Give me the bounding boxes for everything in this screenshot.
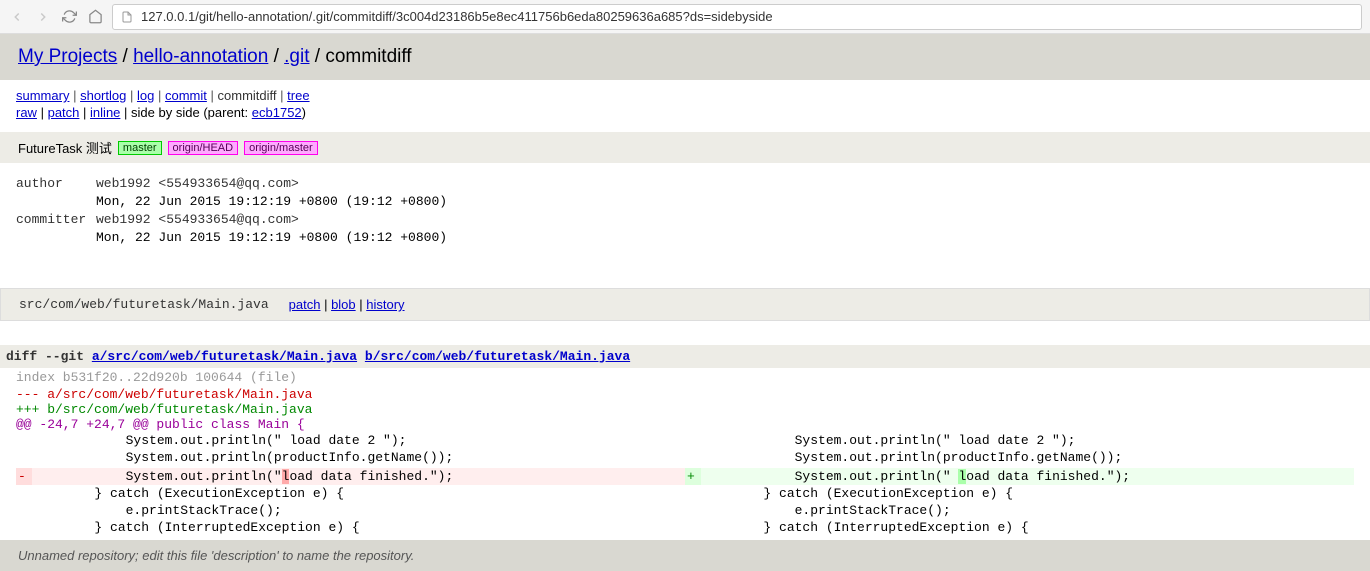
diff-link-a[interactable]: a/src/com/web/futuretask/Main.java bbox=[92, 349, 357, 364]
link-parent-hash[interactable]: ecb1752 bbox=[252, 105, 302, 120]
diff-block: diff --git a/src/com/web/futuretask/Main… bbox=[0, 345, 1370, 536]
diff-index: index b531f20..22d920b 100644 (file) bbox=[16, 368, 1354, 387]
browser-toolbar: 127.0.0.1/git/hello-annotation/.git/comm… bbox=[0, 0, 1370, 34]
breadcrumb-repo[interactable]: hello-annotation bbox=[133, 46, 268, 67]
diff-ctx-right: } catch (InterruptedException e) { bbox=[701, 519, 1354, 536]
home-icon[interactable] bbox=[86, 8, 104, 26]
nav-links-secondary: raw | patch | inline | side by side (par… bbox=[0, 105, 1370, 128]
url-bar[interactable]: 127.0.0.1/git/hello-annotation/.git/comm… bbox=[112, 4, 1362, 30]
commit-title-bar: FutureTask 测试 master origin/HEAD origin/… bbox=[0, 132, 1370, 163]
commit-title: FutureTask 测试 bbox=[18, 138, 112, 157]
breadcrumb: My Projects / hello-annotation / .git / … bbox=[0, 34, 1370, 80]
link-log[interactable]: log bbox=[137, 88, 154, 103]
badge-master[interactable]: master bbox=[118, 141, 162, 155]
commit-meta: author web1992 <554933654@qq.com> Mon, 2… bbox=[0, 163, 1370, 258]
back-icon[interactable] bbox=[8, 8, 26, 26]
diff-ctx-right: System.out.println(productInfo.getName()… bbox=[701, 449, 1354, 466]
committer-label: committer bbox=[16, 212, 96, 227]
link-raw[interactable]: raw bbox=[16, 105, 37, 120]
link-file-history[interactable]: history bbox=[366, 297, 404, 312]
link-inline[interactable]: inline bbox=[90, 105, 120, 120]
diff-ctx-left: } catch (InterruptedException e) { bbox=[32, 519, 685, 536]
reload-icon[interactable] bbox=[60, 8, 78, 26]
breadcrumb-git[interactable]: .git bbox=[284, 46, 309, 67]
diff-sign-plus: + bbox=[685, 468, 701, 485]
footer: Unnamed repository; edit this file 'desc… bbox=[0, 540, 1370, 571]
badge-origin-head[interactable]: origin/HEAD bbox=[168, 141, 239, 155]
link-shortlog[interactable]: shortlog bbox=[80, 88, 126, 103]
link-tree[interactable]: tree bbox=[287, 88, 309, 103]
parent-label: parent: bbox=[208, 105, 248, 120]
link-commit[interactable]: commit bbox=[165, 88, 207, 103]
link-patch[interactable]: patch bbox=[48, 105, 80, 120]
diff-ctx-left: e.printStackTrace(); bbox=[32, 502, 685, 519]
forward-icon[interactable] bbox=[34, 8, 52, 26]
author-date: Mon, 22 Jun 2015 19:12:19 +0800 (19:12 +… bbox=[96, 194, 447, 209]
link-commitdiff: commitdiff bbox=[218, 88, 277, 103]
diff-sidebyside: System.out.println(" load date 2 "); Sys… bbox=[16, 432, 1354, 536]
committer-date: Mon, 22 Jun 2015 19:12:19 +0800 (19:12 +… bbox=[96, 230, 447, 245]
diff-line-added: System.out.println(" load data finished.… bbox=[701, 468, 1354, 485]
page-content: My Projects / hello-annotation / .git / … bbox=[0, 34, 1370, 571]
breadcrumb-page: commitdiff bbox=[325, 46, 411, 67]
breadcrumb-projects[interactable]: My Projects bbox=[18, 46, 117, 67]
diff-sign-minus: - bbox=[16, 468, 32, 485]
diff-link-b[interactable]: b/src/com/web/futuretask/Main.java bbox=[365, 349, 630, 364]
file-name: src/com/web/futuretask/Main.java bbox=[19, 297, 269, 312]
mode-sidebyside: side by side bbox=[131, 105, 200, 120]
nav-links-primary: summary | shortlog | log | commit | comm… bbox=[0, 80, 1370, 105]
diff-hunk: @@ -24,7 +24,7 @@ public class Main { bbox=[16, 417, 1354, 432]
diff-ctx-left: System.out.println(productInfo.getName()… bbox=[32, 449, 685, 466]
diff-ctx-right: } catch (ExecutionException e) { bbox=[701, 485, 1354, 502]
diff-line-deleted: System.out.println("load data finished."… bbox=[32, 468, 685, 485]
author-value: web1992 <554933654@qq.com> bbox=[96, 176, 299, 191]
link-file-blob[interactable]: blob bbox=[331, 297, 356, 312]
diff-ctx-left: System.out.println(" load date 2 "); bbox=[32, 432, 685, 449]
badge-origin-master[interactable]: origin/master bbox=[244, 141, 318, 155]
diff-header: diff --git a/src/com/web/futuretask/Main… bbox=[0, 345, 1370, 368]
diff-new-path: +++ b/src/com/web/futuretask/Main.java bbox=[16, 402, 1354, 417]
page-icon bbox=[121, 10, 135, 24]
url-text: 127.0.0.1/git/hello-annotation/.git/comm… bbox=[141, 9, 773, 24]
diff-ctx-right: e.printStackTrace(); bbox=[701, 502, 1354, 519]
link-file-patch[interactable]: patch bbox=[289, 297, 321, 312]
diff-old-path: --- a/src/com/web/futuretask/Main.java bbox=[16, 387, 1354, 402]
link-summary[interactable]: summary bbox=[16, 88, 69, 103]
diff-ctx-right: System.out.println(" load date 2 "); bbox=[701, 432, 1354, 449]
file-header: src/com/web/futuretask/Main.java patch |… bbox=[0, 288, 1370, 321]
author-label: author bbox=[16, 176, 96, 191]
diff-ctx-left: } catch (ExecutionException e) { bbox=[32, 485, 685, 502]
committer-value: web1992 <554933654@qq.com> bbox=[96, 212, 299, 227]
